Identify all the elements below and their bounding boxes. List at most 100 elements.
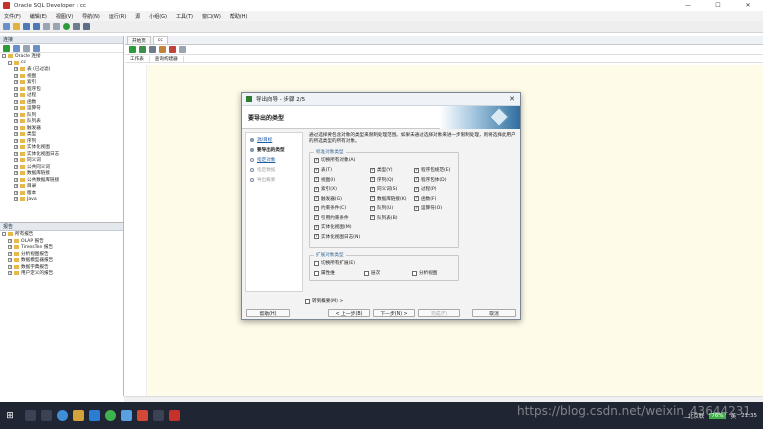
expand-toggle-icon[interactable]: + <box>14 138 18 143</box>
object-type-checkbox[interactable]: ✓ 程序包规范(E) <box>414 167 450 173</box>
wechat-icon[interactable] <box>105 410 116 421</box>
object-type-checkbox[interactable]: ✓ 索引(X) <box>314 186 337 192</box>
object-type-checkbox[interactable]: ✓ 运算符(O) <box>414 205 442 211</box>
expand-toggle-icon[interactable]: + <box>14 190 18 195</box>
object-type-checkbox[interactable]: ✓ 序列(Q) <box>370 177 393 183</box>
filter-icon[interactable] <box>23 44 30 52</box>
object-type-checkbox[interactable]: ✓ 同义词(S) <box>370 186 397 192</box>
object-type-checkbox[interactable]: ✓ 程序包体(D) <box>414 177 447 183</box>
menu-run[interactable]: 运行(R) <box>109 13 126 20</box>
expand-toggle-icon[interactable]: + <box>14 158 18 163</box>
expand-toggle-icon[interactable]: + <box>14 151 18 156</box>
refresh-icon[interactable] <box>13 44 20 52</box>
close-window-button[interactable]: ✕ <box>733 0 763 11</box>
expand-toggle-icon[interactable]: - <box>8 60 12 65</box>
tab-cc[interactable]: cc <box>152 36 168 44</box>
expand-toggle-icon[interactable]: + <box>14 112 18 117</box>
app-icon-generic[interactable] <box>153 410 164 421</box>
open-icon[interactable] <box>13 23 20 30</box>
search-icon[interactable] <box>25 410 36 421</box>
explain-plan-icon[interactable] <box>149 46 156 53</box>
task-view-icon[interactable] <box>41 410 52 421</box>
report-tree-item[interactable]: + 用户定义的报告 <box>2 270 123 277</box>
connection-tree-item[interactable]: + Java <box>2 196 123 203</box>
object-type-checkbox[interactable]: ✓ 实体化视图日志(N) <box>314 234 360 240</box>
expand-toggle-icon[interactable]: + <box>14 80 18 85</box>
object-type-checkbox[interactable]: ✓ 队列表(B) <box>370 215 398 221</box>
menu-tools[interactable]: 工具(T) <box>176 13 193 20</box>
hierarchy-checkbox[interactable]: 层次 <box>364 270 380 276</box>
expand-toggle-icon[interactable]: + <box>8 271 12 276</box>
redo-icon[interactable] <box>53 23 60 30</box>
toggle-all-extended-checkbox[interactable]: 切换所有扩展(E) <box>314 260 355 266</box>
undo-icon[interactable] <box>43 23 50 30</box>
schema-browser-icon[interactable] <box>33 44 40 52</box>
object-type-checkbox[interactable]: ✓ 触发器(G) <box>314 196 342 202</box>
object-type-checkbox[interactable]: ✓ 视图(I) <box>314 177 335 183</box>
commit-icon[interactable] <box>159 46 166 53</box>
subtab-query-builder[interactable]: 查询构建器 <box>150 55 184 62</box>
analytic-view-checkbox[interactable]: 分析视图 <box>412 270 437 276</box>
back-button[interactable]: < 上一步(B) <box>328 309 370 317</box>
menu-help[interactable]: 帮助(H) <box>230 13 248 20</box>
save-all-icon[interactable] <box>33 23 40 30</box>
menu-source[interactable]: 源 <box>135 13 140 20</box>
object-type-checkbox[interactable]: ✓ 数据库链接(K) <box>370 196 407 202</box>
expand-toggle-icon[interactable]: + <box>8 258 12 263</box>
attribute-dimension-checkbox[interactable]: 属性维 <box>314 270 335 276</box>
object-type-checkbox[interactable]: ✓ 队列(U) <box>370 205 393 211</box>
run-icon[interactable] <box>63 23 70 30</box>
expand-toggle-icon[interactable]: + <box>14 171 18 176</box>
object-type-checkbox[interactable]: ✓ 类型(Y) <box>370 167 393 173</box>
expand-toggle-icon[interactable]: + <box>14 73 18 78</box>
app-icon-red[interactable] <box>137 410 148 421</box>
expand-toggle-icon[interactable]: + <box>8 251 12 256</box>
menu-window[interactable]: 窗口(W) <box>202 13 221 20</box>
sql-monitor-icon[interactable] <box>83 23 90 30</box>
step-specify-objects[interactable]: 指定对象 <box>246 155 302 165</box>
expand-toggle-icon[interactable]: + <box>14 125 18 130</box>
expand-toggle-icon[interactable]: + <box>14 67 18 72</box>
object-type-checkbox[interactable]: ✓ 过程(P) <box>414 186 437 192</box>
goto-summary-checkbox[interactable]: 转到概要(M) > <box>305 298 343 304</box>
save-icon[interactable] <box>23 23 30 30</box>
expand-toggle-icon[interactable]: + <box>14 164 18 169</box>
object-type-checkbox[interactable]: ✓ 约束条件(C) <box>314 205 346 211</box>
word-icon[interactable] <box>89 410 100 421</box>
qq-icon[interactable] <box>121 410 132 421</box>
expand-toggle-icon[interactable]: + <box>14 86 18 91</box>
clear-icon[interactable] <box>179 46 186 53</box>
help-button[interactable]: 帮助(H) <box>246 309 290 317</box>
minimize-button[interactable]: — <box>673 0 703 11</box>
finish-button[interactable]: 完成(F) <box>418 309 460 317</box>
step-source-target[interactable]: 源/目标 <box>246 135 302 145</box>
menu-file[interactable]: 文件(F) <box>4 13 21 20</box>
run-script-icon[interactable] <box>139 46 146 53</box>
expand-toggle-icon[interactable]: + <box>14 145 18 150</box>
expand-toggle-icon[interactable]: + <box>8 238 12 243</box>
cancel-button[interactable]: 取消 <box>472 309 516 317</box>
object-type-checkbox[interactable]: ✓ 表(T) <box>314 167 332 173</box>
expand-toggle-icon[interactable]: + <box>14 197 18 202</box>
start-button[interactable]: ⊞ <box>0 402 20 429</box>
menu-edit[interactable]: 编辑(E) <box>30 13 47 20</box>
rollback-icon[interactable] <box>169 46 176 53</box>
maximize-button[interactable]: ☐ <box>703 0 733 11</box>
expand-toggle-icon[interactable]: - <box>2 232 6 237</box>
object-type-checkbox[interactable]: ✓ 实体化视图(M) <box>314 224 352 230</box>
expand-toggle-icon[interactable]: + <box>14 93 18 98</box>
expand-toggle-icon[interactable]: + <box>14 119 18 124</box>
edge-browser-icon[interactable] <box>57 410 68 421</box>
add-connection-icon[interactable] <box>3 44 10 52</box>
expand-toggle-icon[interactable]: + <box>8 264 12 269</box>
expand-toggle-icon[interactable]: + <box>14 99 18 104</box>
menu-navigate[interactable]: 导航(N) <box>82 13 100 20</box>
debug-icon[interactable] <box>73 23 80 30</box>
subtab-worksheet[interactable]: 工作表 <box>125 55 150 62</box>
dialog-close-button[interactable]: ✕ <box>509 95 515 103</box>
sql-developer-icon[interactable] <box>169 410 180 421</box>
file-explorer-icon[interactable] <box>73 410 84 421</box>
object-type-checkbox[interactable]: ✓ 函数(F) <box>414 196 436 202</box>
expand-toggle-icon[interactable]: - <box>2 54 6 59</box>
menu-team[interactable]: 小组(G) <box>149 13 167 20</box>
